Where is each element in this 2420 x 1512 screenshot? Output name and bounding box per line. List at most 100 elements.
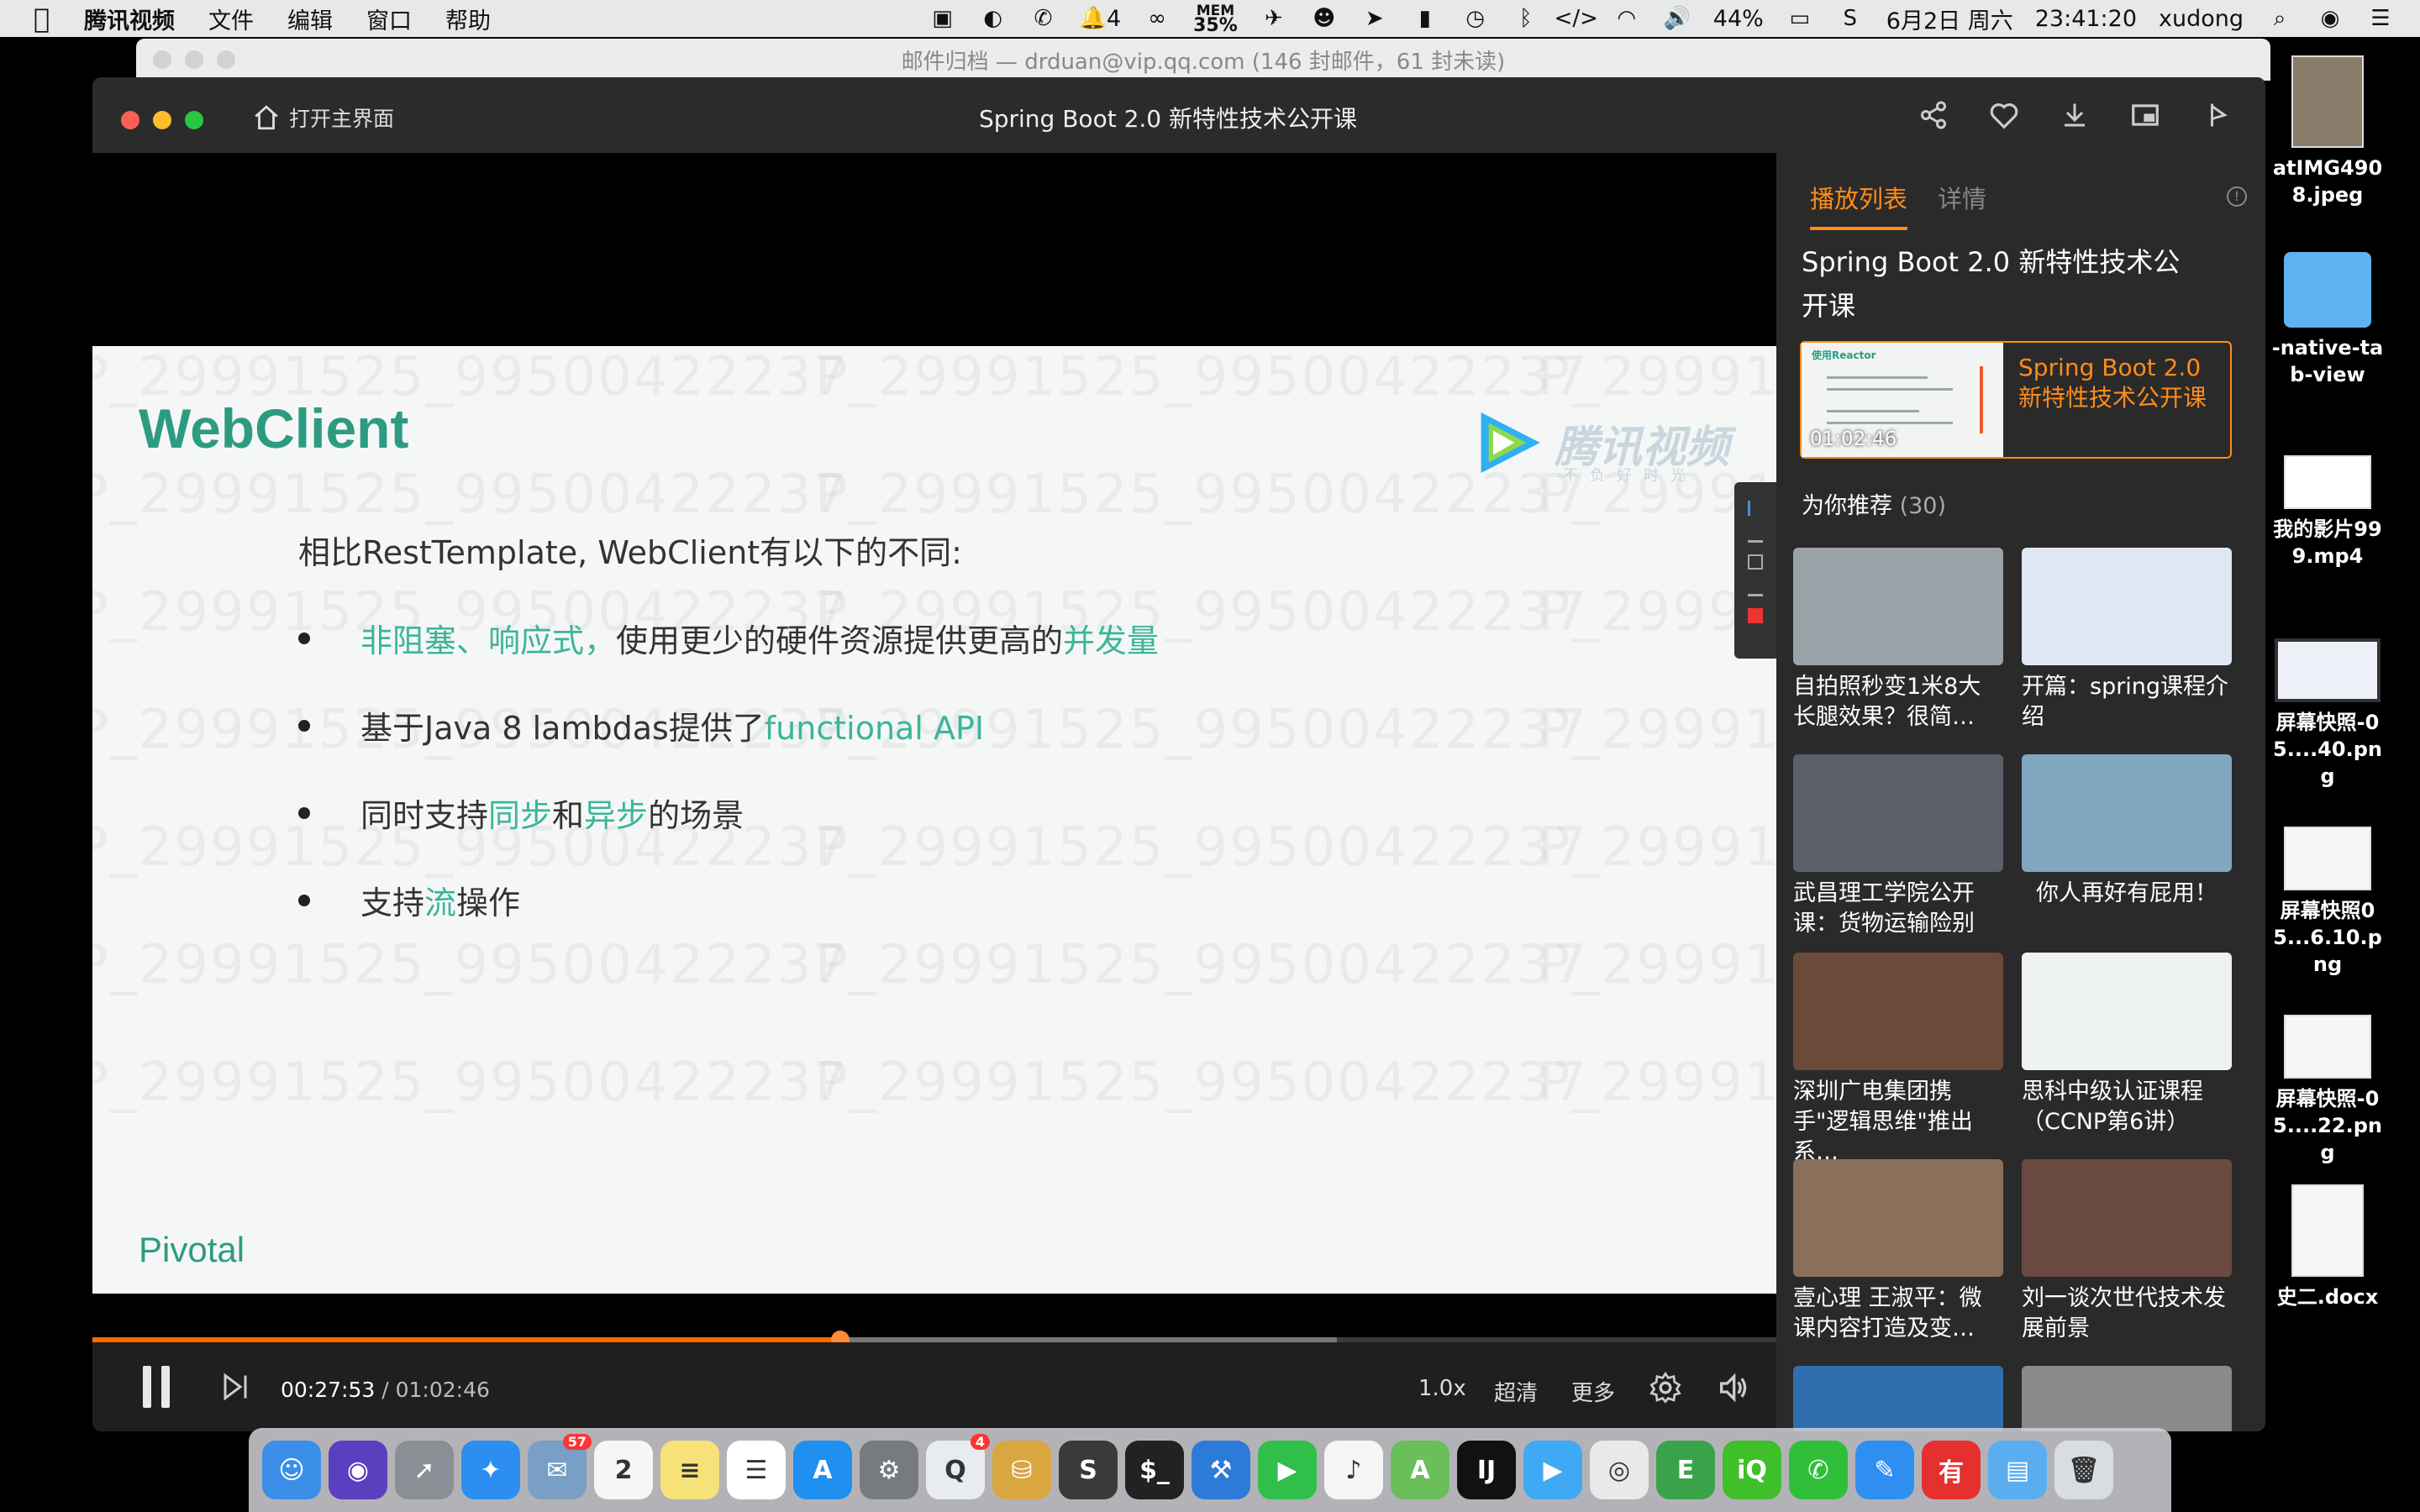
recommend-item[interactable]: 武昌理工学院公开课：货物运输险别 [1793, 754, 2003, 939]
downloads-folder-icon[interactable]: ▤ [1988, 1441, 2047, 1499]
tencent-video-icon[interactable]: ▶ [1523, 1441, 1582, 1499]
settings-button[interactable] [1649, 1371, 1682, 1404]
safari-icon[interactable]: ✦ [461, 1441, 520, 1499]
battery-percent[interactable]: 44% [1713, 6, 1764, 32]
recommend-item[interactable]: 开篇：spring课程介绍 [2022, 548, 2232, 732]
notification-center-icon[interactable]: ☰ [2366, 4, 2395, 33]
spotlight-search-icon[interactable]: ⌕ [2265, 4, 2294, 33]
youdao-icon[interactable]: 有 [1922, 1441, 1981, 1499]
menubar-s-icon[interactable]: S [1836, 4, 1865, 33]
qq-icon[interactable]: Q4 [926, 1434, 990, 1499]
recommend-item[interactable] [1793, 1366, 2003, 1431]
pause-button[interactable] [143, 1366, 173, 1408]
calendar-icon[interactable]: 2 [594, 1441, 653, 1499]
wechat-icon[interactable]: ✆ [1789, 1441, 1848, 1499]
quality-button[interactable]: 超清 [1494, 1376, 1538, 1407]
menubar-date[interactable]: 6月2日 周六 [1886, 3, 2013, 35]
info-icon[interactable]: ! [2227, 186, 2247, 207]
airmail-icon[interactable]: ➤ [1360, 4, 1389, 33]
intellij-icon[interactable]: IJ [1457, 1441, 1516, 1499]
battery-icon[interactable]: ▭ [1786, 4, 1814, 33]
trash-icon[interactable]: 🗑 [2054, 1441, 2113, 1499]
pen-tool-icon[interactable] [1748, 528, 1763, 543]
chrome-icon[interactable]: ◎ [1590, 1441, 1649, 1499]
pointer-tool-icon[interactable] [1748, 501, 1763, 516]
recommend-item[interactable] [2022, 1366, 2232, 1431]
input-method-icon[interactable]: ▮ [1411, 4, 1439, 33]
time-machine-icon[interactable]: ◷ [1461, 4, 1490, 33]
code-icon[interactable]: </> [1555, 4, 1598, 33]
menubar-app-icon[interactable]: ▣ [929, 4, 957, 33]
sequel-icon[interactable]: ⛁ [992, 1441, 1051, 1499]
ghost-icon[interactable]: ☻ [1310, 4, 1339, 33]
video-area[interactable]: P_29991525_99500422237 P_29991525_995004… [92, 153, 1776, 1337]
pin-icon[interactable] [2200, 99, 2232, 131]
paw-icon[interactable]: ✈ [1260, 4, 1288, 33]
mail-zoom-button[interactable] [217, 50, 235, 69]
menu-window[interactable]: 窗口 [366, 3, 412, 35]
launchpad-icon[interactable]: ➚ [395, 1441, 454, 1499]
volume-button[interactable] [1716, 1371, 1749, 1404]
bluetooth-icon[interactable]: ᛒ [1512, 4, 1540, 33]
next-button[interactable] [220, 1371, 250, 1403]
recommend-item[interactable]: 自拍照秒变1米8大长腿效果？很简… [1793, 548, 2003, 732]
system-preferences-icon[interactable]: ⚙ [860, 1441, 918, 1499]
desktop-file-screenshot[interactable]: 屏幕快照05...6.10.png [2269, 827, 2386, 978]
desktop-file-screenshot[interactable]: 屏幕快照-05....40.png [2269, 638, 2386, 790]
menu-edit[interactable]: 编辑 [287, 3, 333, 35]
recommend-item[interactable]: 思科中级认证课程（CCNP第6讲） [2022, 953, 2232, 1137]
menubar-user[interactable]: xudong [2159, 6, 2244, 32]
rectangle-tool-icon[interactable] [1748, 554, 1763, 570]
desktop-file-screenshot[interactable]: 屏幕快照-05....22.png [2269, 1015, 2386, 1166]
desktop-folder[interactable]: -native-tab-view [2269, 252, 2386, 388]
menu-app-name[interactable]: 腾讯视频 [84, 3, 175, 35]
notes-icon[interactable]: ≡ [660, 1441, 719, 1499]
facetime-icon[interactable]: ▶ [1258, 1441, 1317, 1499]
sublime-icon[interactable]: S [1059, 1441, 1118, 1499]
menubar-chat-icon[interactable]: ◐ [979, 4, 1007, 33]
favorite-icon[interactable] [1988, 99, 2020, 131]
more-button[interactable]: 更多 [1571, 1376, 1615, 1407]
xcode-icon[interactable]: ⚒ [1192, 1441, 1250, 1499]
finder-icon[interactable]: ☺ [262, 1441, 321, 1499]
creative-cloud-icon[interactable]: ∞ [1143, 4, 1171, 33]
recommend-item[interactable]: 壹心理 王淑平：微课内容打造及变… [1793, 1159, 2003, 1344]
download-icon[interactable] [2059, 99, 2091, 131]
siri-menubar-icon[interactable]: ◉ [2316, 4, 2344, 33]
speed-button[interactable]: 1.0x [1418, 1376, 1466, 1401]
volume-icon[interactable]: 🔊 [1663, 4, 1691, 33]
mail-minimize-button[interactable] [185, 50, 203, 69]
wechat-menubar-icon[interactable]: ✆ [1029, 4, 1058, 33]
reminders-icon[interactable]: ☰ [727, 1441, 786, 1499]
mail-icon[interactable]: ✉ 57 [528, 1434, 592, 1499]
wifi-icon[interactable]: ◠ [1612, 4, 1641, 33]
siri-icon[interactable]: ◉ [329, 1441, 387, 1499]
pages-icon[interactable]: ✎ [1855, 1441, 1914, 1499]
menubar-clock[interactable]: 23:41:20 [2035, 6, 2137, 32]
android-studio-icon[interactable]: A [1391, 1441, 1449, 1499]
desktop-file-docx[interactable]: 史二.docx [2269, 1184, 2386, 1310]
tab-details[interactable]: 详情 [1938, 180, 1986, 230]
evernote-icon[interactable]: E [1656, 1441, 1715, 1499]
color-tool-icon[interactable] [1748, 608, 1763, 623]
mail-close-button[interactable] [153, 50, 171, 69]
share-icon[interactable] [1918, 99, 1949, 131]
menu-help[interactable]: 帮助 [445, 3, 491, 35]
desktop-file-video[interactable]: 我的影片999.mp4 [2269, 455, 2386, 570]
miniplayer-icon[interactable] [2129, 99, 2161, 131]
current-playing-item[interactable]: 使用Reactor 01:02:46 Spring Boot 2.0 新特性技术… [1800, 341, 2232, 459]
tab-playlist[interactable]: 播放列表 [1810, 180, 1908, 230]
recommend-item[interactable]: 刘一谈次世代技术发展前景 [2022, 1159, 2232, 1344]
menu-file[interactable]: 文件 [208, 3, 254, 35]
mail-window-titlebar[interactable]: 邮件归档 — drduan@vip.qq.com (146 封邮件，61 封未读… [136, 39, 2270, 81]
appstore-icon[interactable]: A [793, 1441, 852, 1499]
eraser-tool-icon[interactable] [1748, 581, 1763, 596]
recommend-item[interactable]: 你人再好有屁用！ [2022, 754, 2232, 909]
music-icon[interactable]: ♪ [1324, 1441, 1383, 1499]
bell-icon[interactable]: 🔔 4 [1080, 4, 1122, 33]
memory-indicator[interactable]: MEM 35% [1193, 4, 1238, 35]
desktop-file-image[interactable]: atIMG4908.jpeg [2269, 55, 2386, 208]
recommend-item[interactable]: 深圳广电集团携手"逻辑思维"推出系… [1793, 953, 2003, 1168]
player-titlebar[interactable]: 打开主界面 Spring Boot 2.0 新特性技术公开课 [92, 77, 2265, 153]
apple-menu-icon[interactable]:  [34, 3, 59, 34]
